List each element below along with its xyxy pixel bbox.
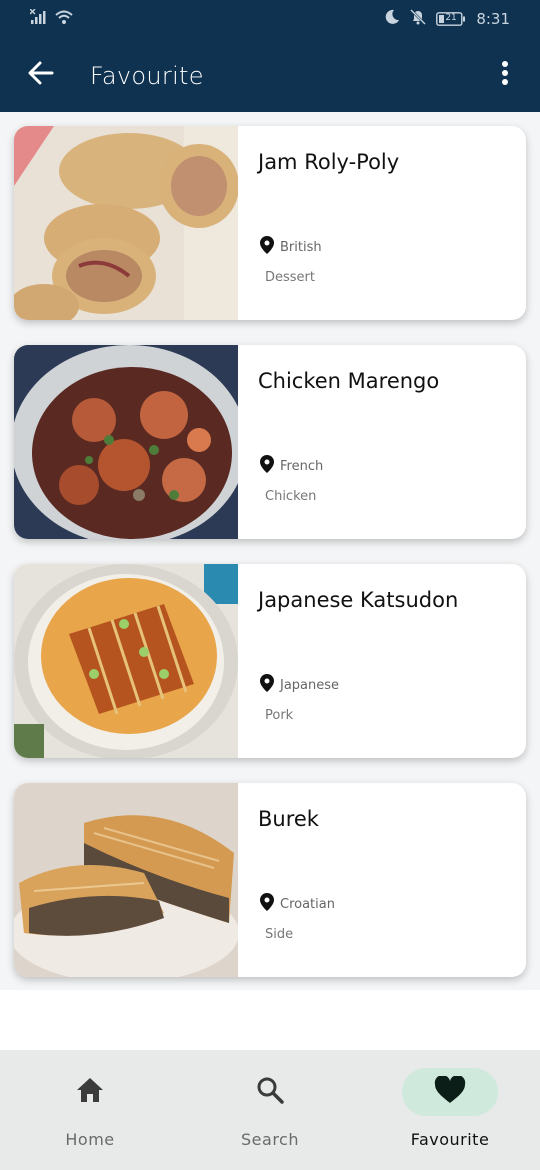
location-pin-icon bbox=[260, 236, 274, 258]
nav-home-pill bbox=[42, 1068, 138, 1116]
meal-area-row: French bbox=[260, 455, 323, 477]
more-vertical-icon bbox=[500, 59, 510, 91]
meal-thumbnail bbox=[14, 345, 238, 539]
bottom-navigation: Home Search Favourite bbox=[0, 1050, 540, 1170]
nav-home-label: Home bbox=[65, 1130, 115, 1149]
meal-area: British bbox=[280, 239, 322, 255]
meal-area: Japanese bbox=[280, 677, 340, 693]
status-bar: 21 8:31 bbox=[0, 0, 540, 38]
app-bar: Favourite bbox=[0, 38, 540, 112]
meal-name: Japanese Katsudon bbox=[258, 588, 459, 612]
location-pin-icon bbox=[260, 674, 274, 696]
meal-area-row: Japanese bbox=[260, 674, 339, 696]
meal-category: Pork bbox=[265, 708, 294, 723]
meal-category: Dessert bbox=[265, 270, 315, 285]
meal-thumbnail bbox=[14, 126, 238, 320]
home-icon bbox=[75, 1076, 105, 1108]
meal-area: Croatian bbox=[280, 896, 335, 912]
meal-name: Burek bbox=[258, 807, 319, 831]
nav-favourite-label: Favourite bbox=[410, 1130, 490, 1149]
battery-icon: 21 bbox=[436, 11, 466, 27]
status-time: 8:31 bbox=[476, 10, 510, 28]
favourite-card[interactable]: Jam Roly-Poly British Dessert bbox=[14, 126, 526, 320]
nav-favourite-pill bbox=[402, 1068, 498, 1116]
battery-level: 21 bbox=[445, 13, 457, 23]
favourites-list: Jam Roly-Poly British Dessert Chicken Ma… bbox=[0, 112, 540, 990]
page-title: Favourite bbox=[90, 62, 204, 90]
nav-search-pill bbox=[222, 1068, 318, 1116]
location-pin-icon bbox=[260, 893, 274, 915]
favourite-card[interactable]: Japanese Katsudon Japanese Pork bbox=[14, 564, 526, 758]
nav-home[interactable]: Home bbox=[0, 1050, 180, 1170]
wifi-icon bbox=[54, 9, 74, 29]
nav-search[interactable]: Search bbox=[180, 1050, 360, 1170]
meal-area-row: British bbox=[260, 236, 322, 258]
meal-area-row: Croatian bbox=[260, 893, 335, 915]
back-button[interactable] bbox=[24, 58, 58, 92]
meal-name: Chicken Marengo bbox=[258, 369, 440, 393]
mute-bell-icon bbox=[410, 9, 427, 29]
meal-area: French bbox=[280, 458, 324, 474]
arrow-left-icon bbox=[27, 59, 55, 91]
moon-icon bbox=[384, 9, 400, 29]
meal-name: Jam Roly-Poly bbox=[258, 150, 400, 174]
favourite-card[interactable]: Chicken Marengo French Chicken bbox=[14, 345, 526, 539]
meal-category: Side bbox=[265, 927, 294, 942]
signal-icon bbox=[29, 8, 48, 29]
search-icon bbox=[255, 1075, 285, 1109]
location-pin-icon bbox=[260, 455, 274, 477]
more-options-button[interactable] bbox=[492, 58, 518, 92]
meal-category: Chicken bbox=[265, 489, 317, 504]
meal-thumbnail bbox=[14, 783, 238, 977]
favourite-card[interactable]: Burek Croatian Side bbox=[14, 783, 526, 977]
heart-icon bbox=[434, 1075, 466, 1108]
nav-favourite[interactable]: Favourite bbox=[360, 1050, 540, 1170]
meal-thumbnail bbox=[14, 564, 238, 758]
nav-search-label: Search bbox=[241, 1130, 299, 1149]
